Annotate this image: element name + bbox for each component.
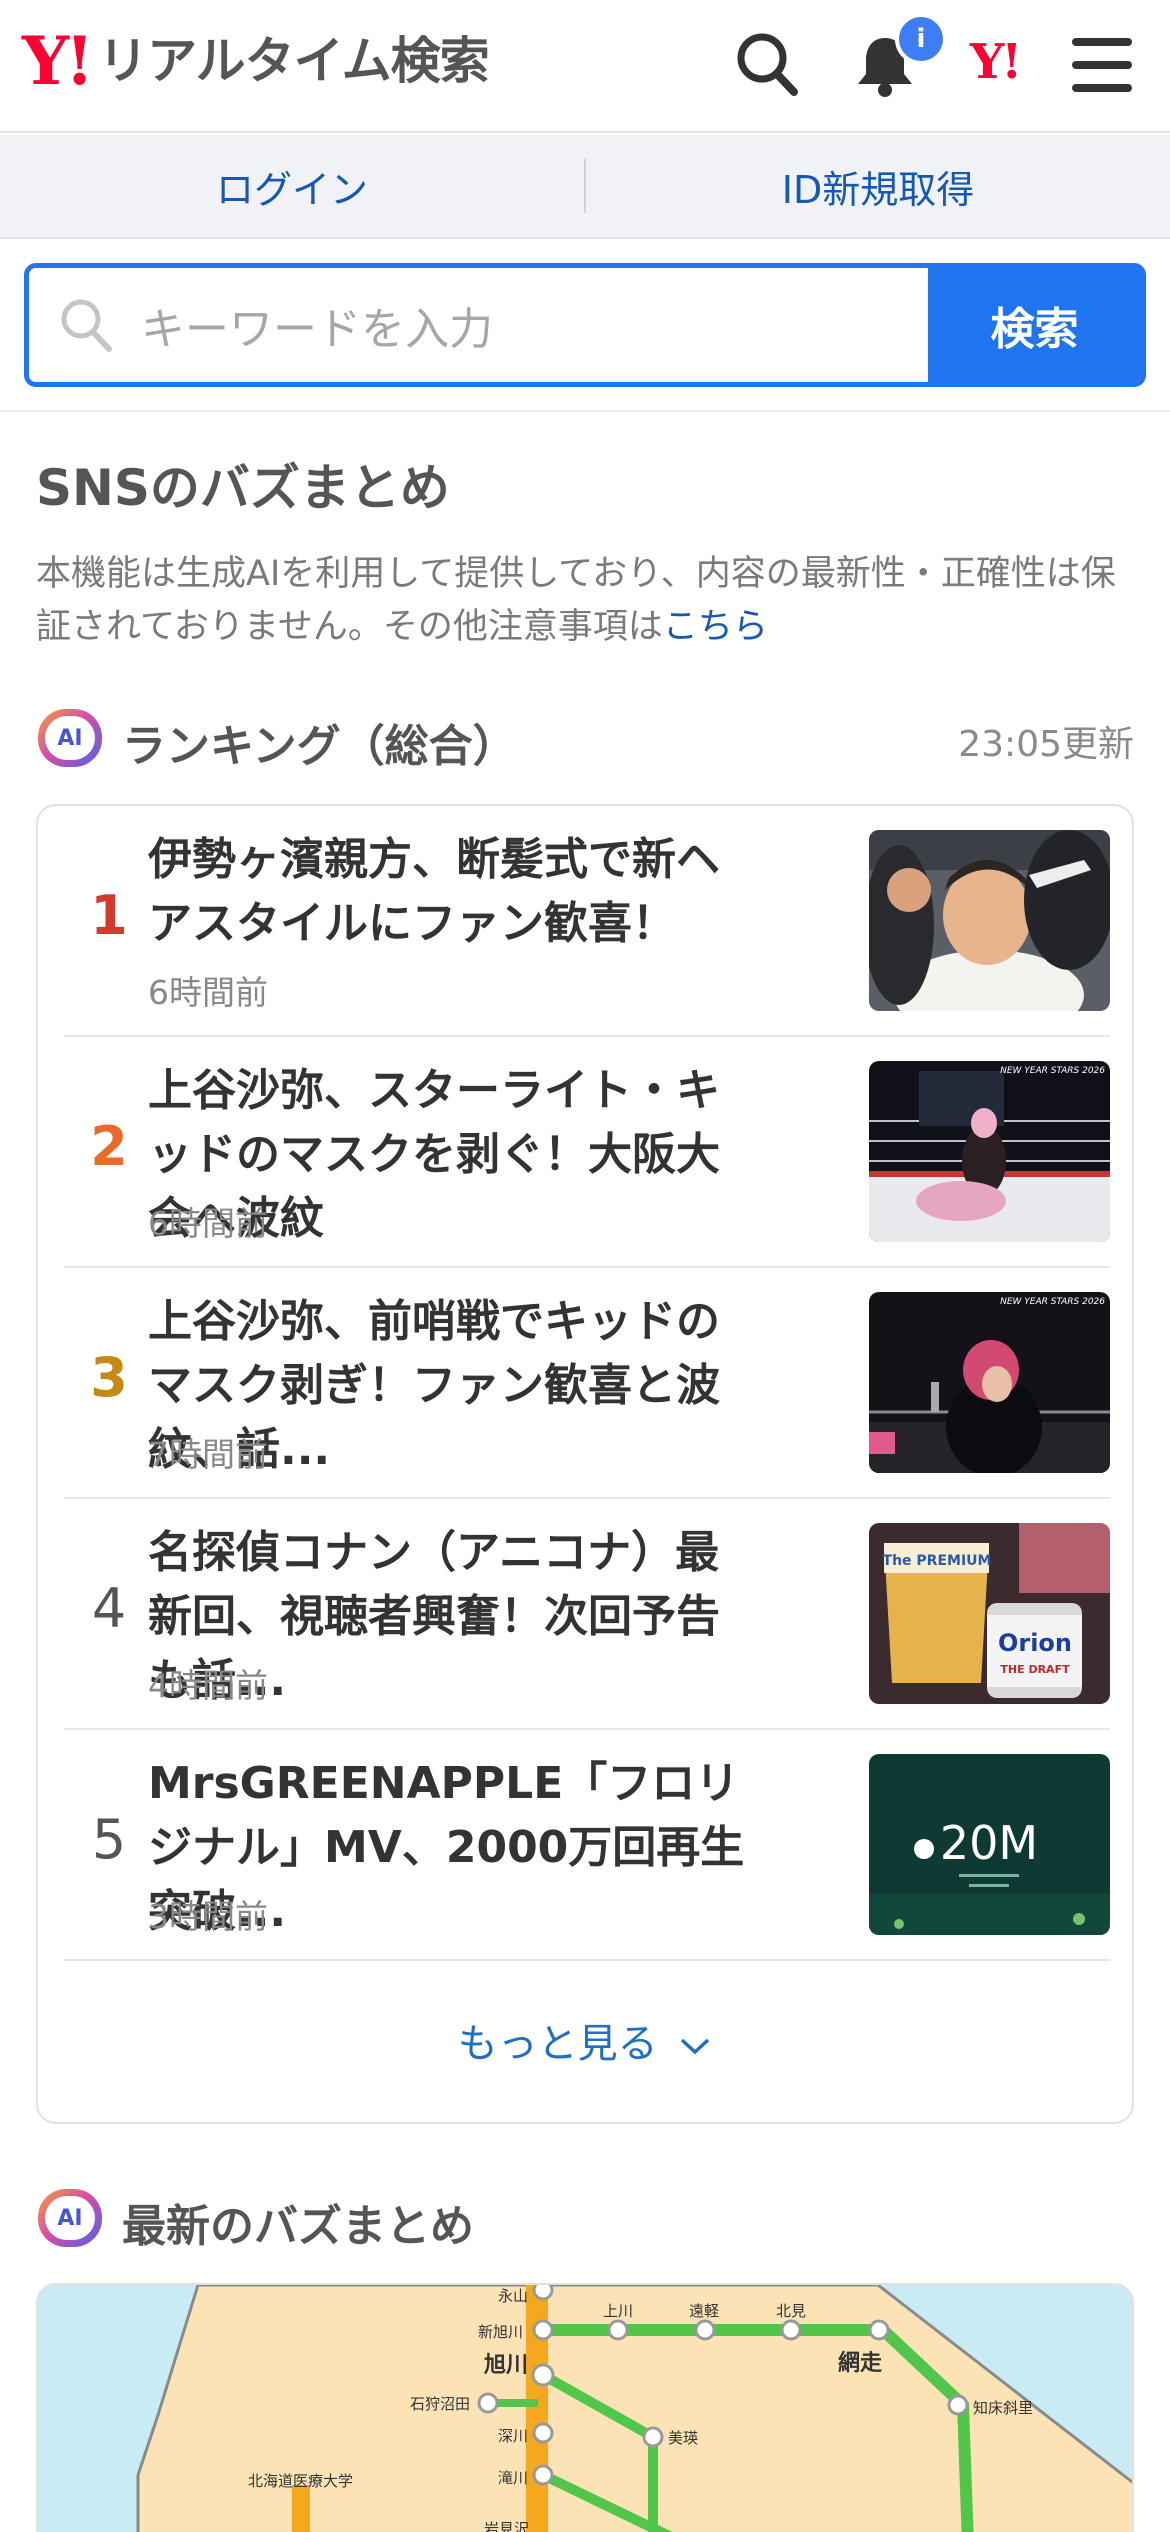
thumb-caption: Orion	[998, 1629, 1072, 1657]
search-input[interactable]: キーワードを入力	[29, 268, 928, 382]
ranking-heading: ランキング（総合）	[122, 721, 517, 772]
logo[interactable]: Y! リアルタイム検索	[22, 22, 490, 100]
latest-map-thumbnail[interactable]: 永山 上川 遠軽 北見 新旭川 旭川 網走 石狩沼田 深川 美瑛 知床斜里 北海…	[36, 2283, 1134, 2532]
ranking-title[interactable]: 伊勢ヶ濱親方、断髪式で新ヘアスタイルにファン歓喜！	[148, 828, 748, 956]
map-station-label: 岩見沢	[484, 2520, 530, 2532]
map-station-label: 遠軽	[689, 2302, 720, 2320]
latest-heading: 最新のバズまとめ	[122, 2201, 474, 2252]
login-link[interactable]: ログイン	[0, 159, 584, 214]
menu-icon[interactable]	[1070, 36, 1134, 94]
ai-notice: 本機能は生成AIを利用して提供しており、内容の最新性・正確性は保証されておりませ…	[36, 548, 1136, 654]
chevron-down-icon	[681, 2038, 710, 2055]
search-field-icon	[61, 299, 112, 352]
thumb-caption: NEW YEAR STARS 2026	[1000, 1066, 1105, 1076]
rank-number: 3	[90, 1346, 128, 1409]
notice-text: 本機能は生成AIを利用して提供しており、内容の最新性・正確性は保証されておりませ…	[36, 554, 1116, 647]
thumb-caption: The PREMIUM	[883, 1553, 992, 1569]
thumb-caption: THE DRAFT	[1000, 1663, 1070, 1676]
section-title: SNSのバズまとめ	[36, 459, 450, 517]
map-station-label: 美瑛	[668, 2429, 699, 2447]
ranking-time: 4時間前	[148, 1666, 268, 1705]
ai-badge-label: AI	[45, 716, 95, 760]
search-button[interactable]: 検索	[928, 268, 1141, 382]
ranking-thumbnail-5[interactable]: 20M	[869, 1754, 1110, 1935]
map-station-label: 石狩沼田	[410, 2395, 471, 2413]
ai-badge-icon: AI	[38, 2189, 102, 2247]
rank-number: 2	[90, 1115, 128, 1178]
map-station-label: 知床斜里	[973, 2399, 1034, 2417]
app-header: Y! リアルタイム検索 i Y!	[0, 0, 1170, 133]
map-station-label: 旭川	[484, 2353, 529, 2378]
more-label: もっと見る	[457, 2021, 658, 2067]
map-station-label: 新旭川	[478, 2323, 524, 2341]
divider	[0, 410, 1170, 412]
map-station-label: 北海道医療大学	[248, 2472, 354, 2490]
yahoo-mark[interactable]: Y!	[970, 38, 1022, 86]
ranking-item-5[interactable]: 5 MrsGREENAPPLE「フロリジナル」MV、2000万回再生突破... …	[64, 1730, 1110, 1961]
search-bar: キーワードを入力 検索	[24, 263, 1146, 387]
map-station-label: 北見	[776, 2302, 807, 2320]
map-station-label: 永山	[498, 2287, 529, 2305]
rank-number: 4	[91, 1577, 127, 1640]
ranking-item-4[interactable]: 4 名探偵コナン（アニコナ）最新回、視聴者興奮！次回予告も話... 4時間前 T…	[64, 1499, 1110, 1730]
updated-time: 23:05更新	[958, 724, 1134, 765]
notification-badge: i	[895, 13, 947, 65]
map-station-label: 上川	[603, 2302, 634, 2320]
search-placeholder: キーワードを入力	[141, 304, 493, 355]
ai-badge-label: AI	[45, 2196, 95, 2240]
ranking-item-1[interactable]: 1 伊勢ヶ濱親方、断髪式で新ヘアスタイルにファン歓喜！ 6時間前	[64, 806, 1110, 1037]
notice-link[interactable]: こちら	[663, 607, 768, 647]
ranking-card: 1 伊勢ヶ濱親方、断髪式で新ヘアスタイルにファン歓喜！ 6時間前 2 上谷沙弥、…	[36, 804, 1134, 2124]
map-station-label: 深川	[498, 2427, 529, 2445]
ranking-time: 6時間前	[148, 1204, 268, 1243]
ranking-thumbnail-3[interactable]: NEW YEAR STARS 2026	[869, 1292, 1110, 1473]
ranking-thumbnail-1[interactable]	[869, 830, 1110, 1011]
map-station-label: 滝川	[498, 2469, 529, 2487]
rank-number: 1	[90, 884, 128, 947]
ranking-thumbnail-2[interactable]: NEW YEAR STARS 2026	[869, 1061, 1110, 1242]
thumb-caption: NEW YEAR STARS 2026	[1000, 1297, 1105, 1307]
rank-number: 5	[91, 1808, 127, 1871]
signup-link[interactable]: ID新規取得	[586, 159, 1170, 214]
search-icon[interactable]	[734, 30, 800, 100]
ai-badge-icon: AI	[38, 709, 102, 767]
yahoo-logo-mark: Y!	[22, 22, 94, 100]
map-station-label: 網走	[838, 2351, 883, 2376]
ranking-thumbnail-4[interactable]: The PREMIUM Orion THE DRAFT	[869, 1523, 1110, 1704]
more-button[interactable]: もっと見る	[38, 2011, 1132, 2069]
auth-bar: ログイン ID新規取得	[0, 135, 1170, 239]
ranking-time: 7時間前	[148, 1435, 268, 1474]
logo-text: リアルタイム検索	[98, 32, 489, 90]
ranking-time: 6時間前	[148, 973, 268, 1012]
ranking-time: 3時間前	[148, 1897, 268, 1936]
ranking-item-3[interactable]: 3 上谷沙弥、前哨戦でキッドのマスク剥ぎ！ファン歓喜と波紋、話... 7時間前 …	[64, 1268, 1110, 1499]
ranking-item-2[interactable]: 2 上谷沙弥、スターライト・キッドのマスクを剥ぐ！大阪大会へ波紋 6時間前 NE…	[64, 1037, 1110, 1268]
thumb-caption: 20M	[940, 1816, 1038, 1870]
